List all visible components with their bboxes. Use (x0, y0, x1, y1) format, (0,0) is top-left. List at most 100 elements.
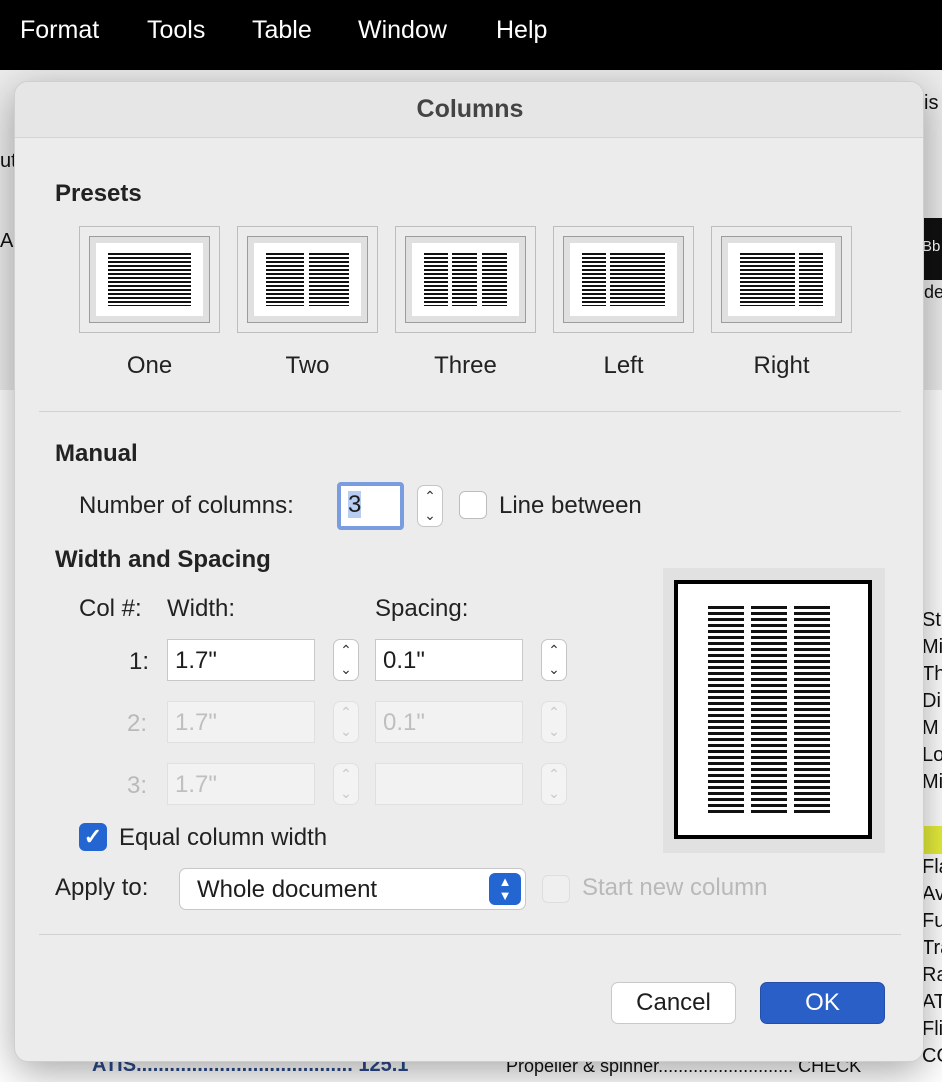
number-of-columns-label: Number of columns: (79, 492, 294, 519)
checkmark-icon: ✓ (83, 824, 103, 849)
column-1-spacing-input[interactable]: 0.1" (375, 639, 523, 681)
line-between-checkbox[interactable] (459, 491, 487, 519)
background-text: Fli (922, 1018, 942, 1040)
menu-window[interactable]: Window (358, 16, 447, 45)
preset-column (740, 253, 795, 306)
divider (39, 411, 901, 412)
columns-dialog: Columns Presets One Two Three Left Right… (14, 81, 924, 1062)
chevron-up-icon: ⌃ (548, 704, 560, 720)
preset-label-two: Two (285, 352, 330, 379)
preset-column (309, 253, 349, 306)
preset-column (266, 253, 304, 306)
background-text: Bb (922, 238, 941, 255)
chevron-up-icon: ⌃ (340, 704, 352, 720)
col-row-number: 1: (129, 648, 150, 675)
preset-page-icon (412, 243, 519, 316)
number-of-columns-value: 3 (348, 491, 362, 518)
preview-column (708, 606, 744, 816)
background-text: CO (922, 1045, 942, 1067)
preset-two[interactable] (237, 226, 378, 333)
divider (39, 934, 901, 935)
preset-column (582, 253, 606, 306)
chevron-down-icon[interactable]: ⌄ (418, 506, 442, 525)
column-3-width-stepper: ⌃ ⌄ (333, 763, 359, 805)
equal-column-width-checkbox[interactable]: ✓ (79, 823, 107, 851)
apply-to-value: Whole document (197, 876, 378, 903)
preset-page-icon (728, 243, 835, 316)
preset-column (452, 253, 477, 306)
preset-label-left: Left (603, 352, 644, 379)
number-of-columns-input[interactable]: 3 (337, 482, 404, 530)
preset-column (108, 253, 191, 306)
col-row-number: 2: (127, 710, 148, 737)
column-2-width-stepper: ⌃ ⌄ (333, 701, 359, 743)
chevron-up-icon[interactable]: ⌃ (334, 641, 358, 660)
background-text: Mix (922, 636, 942, 658)
column-2-spacing-stepper: ⌃ ⌄ (541, 701, 567, 743)
menu-tools[interactable]: Tools (147, 16, 205, 45)
preset-frame (405, 236, 526, 323)
background-text: Mix (922, 771, 942, 793)
col-number-header: Col #: (79, 595, 142, 622)
dialog-titlebar: Columns (15, 82, 923, 138)
background-text: Tra (922, 937, 942, 959)
col-row-number: 3: (127, 772, 148, 799)
column-1-width-stepper[interactable]: ⌃ ⌄ (333, 639, 359, 681)
background-text: M (922, 717, 939, 739)
start-new-column-checkbox (542, 875, 570, 903)
preview-page (674, 580, 872, 839)
background-text: St (922, 609, 941, 631)
manual-heading: Manual (55, 440, 138, 467)
chevron-down-icon: ⌄ (340, 785, 352, 801)
equal-column-width-label: Equal column width (119, 824, 328, 851)
menu-format[interactable]: Format (20, 16, 99, 45)
background-text: Ra (922, 964, 942, 986)
preview-column (794, 606, 830, 816)
chevron-up-icon: ⌃ (340, 766, 352, 782)
chevron-down-icon[interactable]: ⌄ (334, 660, 358, 679)
chevron-down-icon: ⌄ (548, 785, 560, 801)
preset-page-icon (96, 243, 203, 316)
chevron-up-icon[interactable]: ⌃ (542, 641, 566, 660)
column-2-width-input: 1.7" (167, 701, 315, 743)
ok-button[interactable]: OK (760, 982, 885, 1024)
presets-heading: Presets (55, 180, 142, 207)
menu-table[interactable]: Table (252, 16, 312, 45)
preset-frame (247, 236, 368, 323)
chevron-down-icon[interactable]: ⌄ (542, 660, 566, 679)
preset-left[interactable] (553, 226, 694, 333)
chevron-down-icon: ⌄ (340, 723, 352, 739)
preset-column (610, 253, 665, 306)
column-2-spacing-input: 0.1" (375, 701, 523, 743)
apply-to-label: Apply to: (55, 874, 149, 901)
background-text: Dil (922, 690, 942, 712)
background-text: Av (922, 883, 942, 905)
preset-frame (89, 236, 210, 323)
line-between-label: Line between (499, 492, 642, 519)
column-3-width-input: 1.7" (167, 763, 315, 805)
preset-label-right: Right (753, 352, 810, 379)
preset-three[interactable] (395, 226, 536, 333)
preset-page-icon (254, 243, 361, 316)
width-header: Width: (167, 595, 236, 622)
cancel-button[interactable]: Cancel (611, 982, 736, 1024)
preset-one[interactable] (79, 226, 220, 333)
menu-bar: Format Tools Table Window Help (0, 0, 942, 70)
column-1-width-input[interactable]: 1.7" (167, 639, 315, 681)
preset-right[interactable] (711, 226, 852, 333)
background-text: AT (922, 991, 942, 1013)
width-spacing-heading: Width and Spacing (55, 546, 271, 573)
preset-label-one: One (126, 352, 173, 379)
chevron-up-icon[interactable]: ⌃ (418, 487, 442, 506)
layout-preview (663, 568, 885, 853)
apply-to-select[interactable]: Whole document ▲ ▼ (179, 868, 526, 910)
background-text: Th (922, 663, 942, 685)
column-1-spacing-stepper[interactable]: ⌃ ⌄ (541, 639, 567, 681)
background-text: Lo (922, 744, 942, 766)
chevron-down-icon: ⌄ (548, 723, 560, 739)
start-new-column-label: Start new column (582, 874, 768, 901)
number-of-columns-stepper[interactable]: ⌃ ⌄ (417, 485, 443, 527)
background-text: Fla (922, 856, 942, 878)
menu-help[interactable]: Help (496, 16, 547, 45)
dialog-title: Columns (416, 95, 524, 123)
